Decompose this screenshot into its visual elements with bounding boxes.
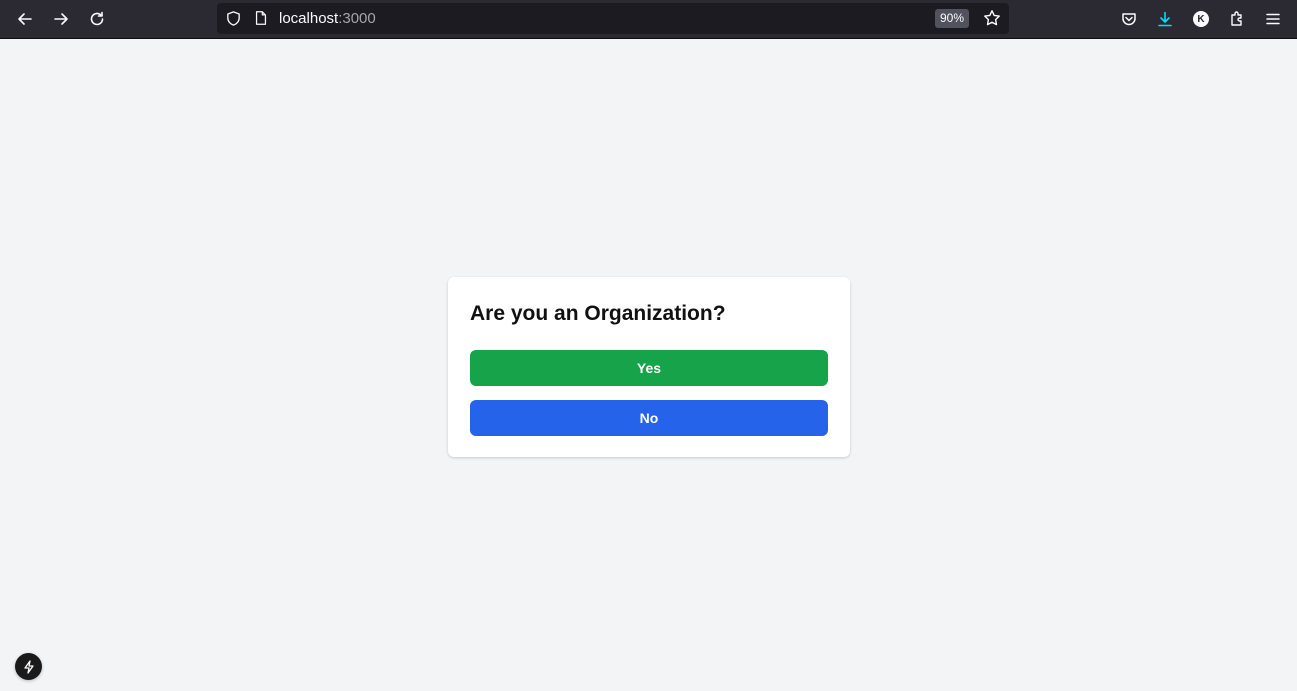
- lightning-bolt-icon: [23, 659, 34, 674]
- downloads-button[interactable]: [1150, 4, 1180, 34]
- forward-button[interactable]: [46, 4, 76, 34]
- account-button[interactable]: K: [1186, 4, 1216, 34]
- page-viewport: Are you an Organization? Yes No: [0, 39, 1297, 691]
- url-text[interactable]: localhost:3000: [279, 10, 376, 27]
- yes-button[interactable]: Yes: [470, 350, 828, 386]
- shield-icon[interactable]: [224, 9, 242, 27]
- account-avatar: K: [1193, 11, 1209, 27]
- bookmark-star-button[interactable]: [983, 9, 1001, 27]
- page-icon[interactable]: [252, 9, 270, 27]
- hamburger-menu-icon: [1266, 13, 1280, 25]
- pocket-icon: [1122, 13, 1136, 26]
- url-host: localhost: [279, 10, 339, 27]
- menu-button[interactable]: [1258, 4, 1288, 34]
- back-button[interactable]: [10, 4, 40, 34]
- arrow-right-icon: [54, 13, 68, 25]
- zoom-level-badge[interactable]: 90%: [935, 9, 970, 28]
- pocket-button[interactable]: [1114, 4, 1144, 34]
- puzzle-icon: [1231, 11, 1242, 26]
- no-button[interactable]: No: [470, 400, 828, 436]
- download-icon: [1158, 11, 1172, 27]
- dialog-title: Are you an Organization?: [470, 302, 726, 325]
- star-icon: [984, 10, 1000, 26]
- url-port: :3000: [338, 10, 376, 27]
- browser-toolbar: localhost:3000 90% K: [0, 0, 1297, 39]
- reload-icon: [90, 11, 104, 26]
- organization-dialog: Are you an Organization? Yes No: [448, 277, 850, 457]
- extensions-button[interactable]: [1222, 4, 1252, 34]
- arrow-left-icon: [18, 13, 32, 25]
- url-bar[interactable]: localhost:3000 90%: [217, 3, 1009, 34]
- dev-tools-indicator-button[interactable]: [15, 653, 42, 680]
- reload-button[interactable]: [82, 4, 112, 34]
